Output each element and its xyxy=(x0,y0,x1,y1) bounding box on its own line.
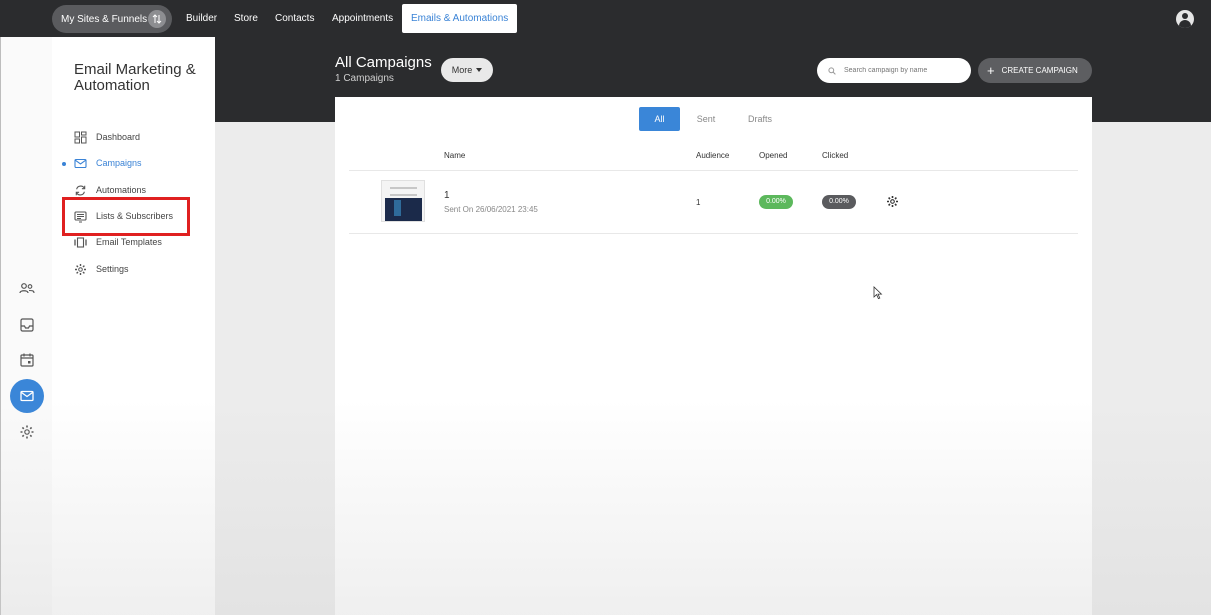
highlight-annotation xyxy=(62,197,190,236)
envelope-icon xyxy=(74,158,87,168)
row-divider xyxy=(349,233,1078,234)
gear-icon[interactable] xyxy=(886,195,899,208)
campaigns-card: All Sent Drafts Name Audience Opened Cli… xyxy=(335,97,1092,615)
sidebar-item-label: Campaigns xyxy=(96,158,142,168)
inbox-icon[interactable] xyxy=(19,317,35,333)
site-switcher-label: My Sites & Funnels xyxy=(61,13,148,25)
nav-appointments[interactable]: Appointments xyxy=(332,0,393,37)
column-header-audience: Audience xyxy=(696,151,730,160)
nav-store[interactable]: Store xyxy=(234,0,258,37)
sidebar-item-settings[interactable]: Settings xyxy=(74,260,129,278)
swap-icon xyxy=(148,10,166,28)
rail-email-active[interactable] xyxy=(10,379,44,413)
icon-rail xyxy=(0,37,52,615)
opened-badge: 0.00% xyxy=(759,195,793,209)
email-sidebar: Email Marketing & Automation Dashboard C… xyxy=(52,37,215,615)
nav-emails-automations[interactable]: Emails & Automations xyxy=(402,4,518,33)
column-header-clicked: Clicked xyxy=(822,151,849,160)
nav-builder[interactable]: Builder xyxy=(186,0,217,37)
refresh-icon xyxy=(75,184,86,196)
plus-icon: + xyxy=(987,62,995,78)
dashboard-icon xyxy=(74,131,87,143)
more-label: More xyxy=(451,65,473,75)
tab-sent[interactable]: Sent xyxy=(688,107,724,131)
template-icon xyxy=(74,236,87,248)
column-header-opened: Opened xyxy=(759,151,788,160)
email-icon xyxy=(20,390,34,402)
active-indicator xyxy=(62,162,66,166)
sidebar-item-dashboard[interactable]: Dashboard xyxy=(74,128,140,146)
search-icon xyxy=(828,66,836,75)
sidebar-title: Email Marketing & Automation xyxy=(74,61,196,94)
tab-drafts[interactable]: Drafts xyxy=(740,107,780,131)
campaign-audience: 1 xyxy=(696,198,701,207)
top-navigation: My Sites & Funnels Builder Store Contact… xyxy=(0,0,1211,37)
campaign-sent-date: Sent On 26/06/2021 23:45 xyxy=(444,205,538,214)
campaign-thumbnail[interactable] xyxy=(381,180,425,222)
create-campaign-label: CREATE CAMPAIGN xyxy=(1001,66,1078,75)
sidebar-item-campaigns[interactable]: Campaigns xyxy=(74,154,142,172)
calendar-icon[interactable] xyxy=(19,352,35,368)
caret-down-icon xyxy=(476,68,483,72)
create-campaign-button[interactable]: + CREATE CAMPAIGN xyxy=(978,58,1092,83)
page-title: All Campaigns xyxy=(335,54,432,71)
campaign-name[interactable]: 1 xyxy=(444,190,450,201)
site-switcher-button[interactable]: My Sites & Funnels xyxy=(52,5,172,33)
column-header-name: Name xyxy=(444,151,466,160)
search-field[interactable] xyxy=(817,58,971,83)
contacts-icon[interactable] xyxy=(19,281,35,297)
account-icon[interactable] xyxy=(1176,10,1194,28)
settings-icon[interactable] xyxy=(19,424,35,440)
gear-icon xyxy=(75,263,86,275)
sidebar-item-label: Automations xyxy=(96,185,147,195)
clicked-badge: 0.00% xyxy=(822,195,856,209)
sidebar-item-label: Dashboard xyxy=(96,132,141,142)
nav-contacts[interactable]: Contacts xyxy=(275,0,314,37)
cursor-icon xyxy=(873,286,883,300)
row-divider xyxy=(349,170,1078,171)
more-button[interactable]: More xyxy=(441,58,493,82)
campaign-count: 1 Campaigns xyxy=(335,73,394,84)
tab-all[interactable]: All xyxy=(639,107,680,131)
sidebar-item-label: Settings xyxy=(96,264,129,274)
sidebar-item-label: Email Templates xyxy=(96,237,162,247)
search-input[interactable] xyxy=(844,67,964,74)
